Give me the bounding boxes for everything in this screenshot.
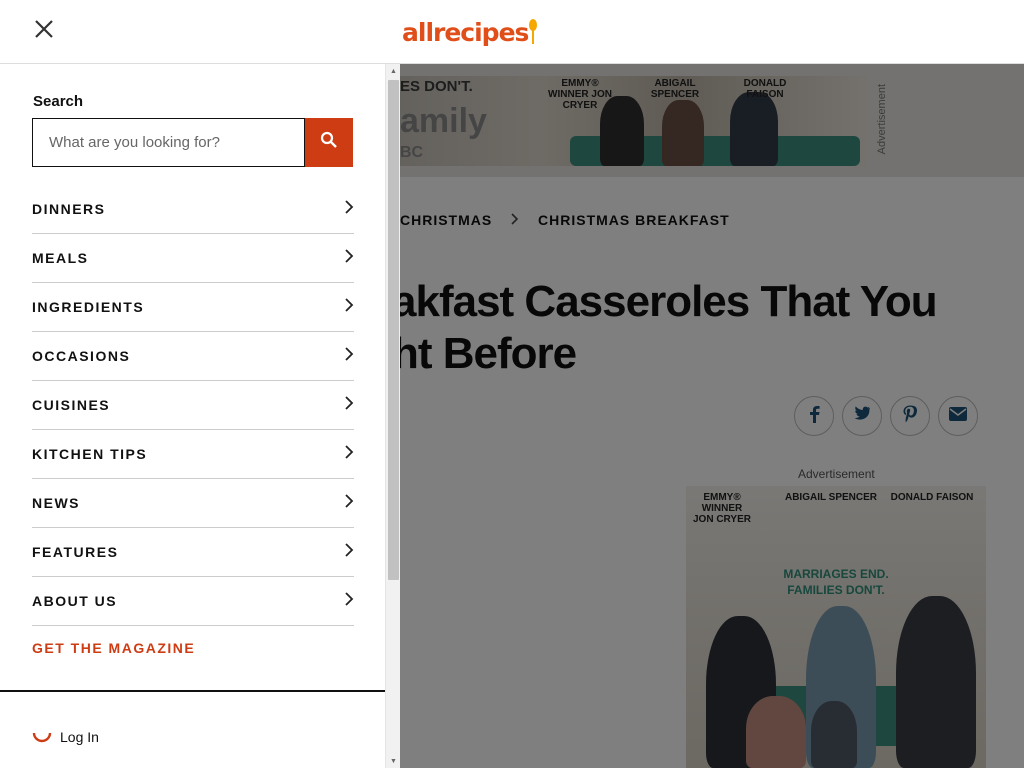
close-icon (33, 18, 55, 45)
navigation-drawer: Search DINNERS MEALS INGREDIENTS OCCASIO… (0, 64, 400, 768)
nav-menu: DINNERS MEALS INGREDIENTS OCCASIONS CUIS… (32, 185, 354, 670)
log-in-button[interactable]: Log In (32, 724, 354, 750)
nav-item-label: OCCASIONS (32, 348, 131, 364)
scrollbar-thumb[interactable] (388, 80, 399, 580)
nav-item-kitchen-tips[interactable]: KITCHEN TIPS (32, 430, 354, 479)
chevron-right-icon (344, 493, 354, 513)
chevron-right-icon (344, 542, 354, 562)
page-dim-overlay[interactable] (400, 64, 1024, 768)
nav-item-label: DINNERS (32, 201, 106, 217)
chevron-right-icon (344, 444, 354, 464)
chevron-right-icon (344, 346, 354, 366)
logo-text: allrecipes (402, 17, 529, 47)
search-icon (320, 131, 338, 154)
search-label: Search (33, 93, 84, 110)
nav-item-label: MEALS (32, 250, 89, 266)
site-header: allrecipes (0, 0, 1024, 64)
search-input[interactable] (32, 118, 305, 167)
get-the-magazine-link[interactable]: GET THE MAGAZINE (32, 626, 354, 670)
nav-item-label: FEATURES (32, 544, 119, 560)
scroll-down-arrow-icon[interactable]: ▼ (386, 754, 401, 768)
user-icon (32, 725, 52, 750)
magazine-label: GET THE MAGAZINE (32, 640, 196, 656)
nav-item-label: NEWS (32, 495, 80, 511)
drawer-divider (0, 690, 385, 692)
nav-item-dinners[interactable]: DINNERS (32, 185, 354, 234)
nav-item-label: ABOUT US (32, 593, 118, 609)
nav-item-ingredients[interactable]: INGREDIENTS (32, 283, 354, 332)
nav-item-about-us[interactable]: ABOUT US (32, 577, 354, 626)
scroll-up-arrow-icon[interactable]: ▲ (386, 64, 401, 78)
spoon-icon (529, 19, 538, 45)
chevron-right-icon (344, 395, 354, 415)
chevron-right-icon (344, 248, 354, 268)
nav-item-occasions[interactable]: OCCASIONS (32, 332, 354, 381)
nav-item-meals[interactable]: MEALS (32, 234, 354, 283)
nav-item-label: KITCHEN TIPS (32, 446, 148, 462)
nav-item-label: CUISINES (32, 397, 111, 413)
drawer-scrollbar[interactable]: ▲ ▼ (385, 64, 400, 768)
nav-item-features[interactable]: FEATURES (32, 528, 354, 577)
nav-item-news[interactable]: NEWS (32, 479, 354, 528)
chevron-right-icon (344, 199, 354, 219)
nav-item-cuisines[interactable]: CUISINES (32, 381, 354, 430)
close-menu-button[interactable] (30, 18, 58, 45)
allrecipes-logo[interactable]: allrecipes (402, 16, 538, 48)
nav-item-label: INGREDIENTS (32, 299, 145, 315)
chevron-right-icon (344, 297, 354, 317)
log-in-label: Log In (60, 729, 99, 745)
search-button[interactable] (305, 118, 353, 167)
chevron-right-icon (344, 591, 354, 611)
